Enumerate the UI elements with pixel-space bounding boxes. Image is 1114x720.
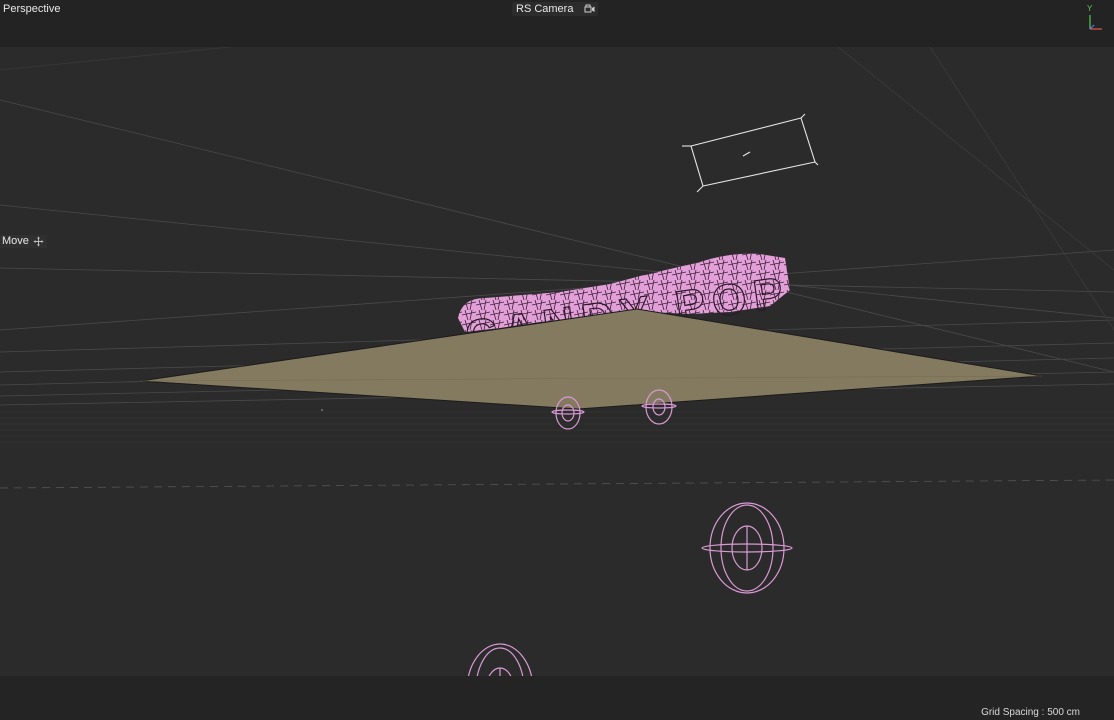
camera-lock-icon[interactable] xyxy=(584,4,595,14)
grid-spacing-readout: Grid Spacing : 500 cm xyxy=(981,707,1080,718)
scene-canvas[interactable]: CANDY POP xyxy=(0,0,1114,720)
active-tool-indicator[interactable]: Move xyxy=(0,235,47,248)
view-name-label[interactable]: Perspective xyxy=(3,3,60,16)
camera-object[interactable] xyxy=(682,113,819,193)
sphere-light-3[interactable] xyxy=(701,502,793,594)
camera-name-label: RS Camera xyxy=(516,3,574,15)
axis-gizmo-icon: Y xyxy=(1087,4,1102,30)
axis-y-label: Y xyxy=(1087,4,1093,13)
ground-horizon xyxy=(0,479,1114,489)
floor-plane[interactable] xyxy=(139,308,1043,410)
perspective-viewport[interactable]: CANDY POP xyxy=(0,0,1114,720)
viewport-header: Perspective RS Camera Y xyxy=(0,0,1114,47)
move-tool-icon xyxy=(33,236,44,247)
active-tool-label: Move xyxy=(2,235,29,247)
ground-grid xyxy=(0,411,1114,443)
origin-dot xyxy=(321,409,323,411)
camera-selector[interactable]: RS Camera xyxy=(512,2,598,16)
viewport-footer xyxy=(0,676,1114,720)
